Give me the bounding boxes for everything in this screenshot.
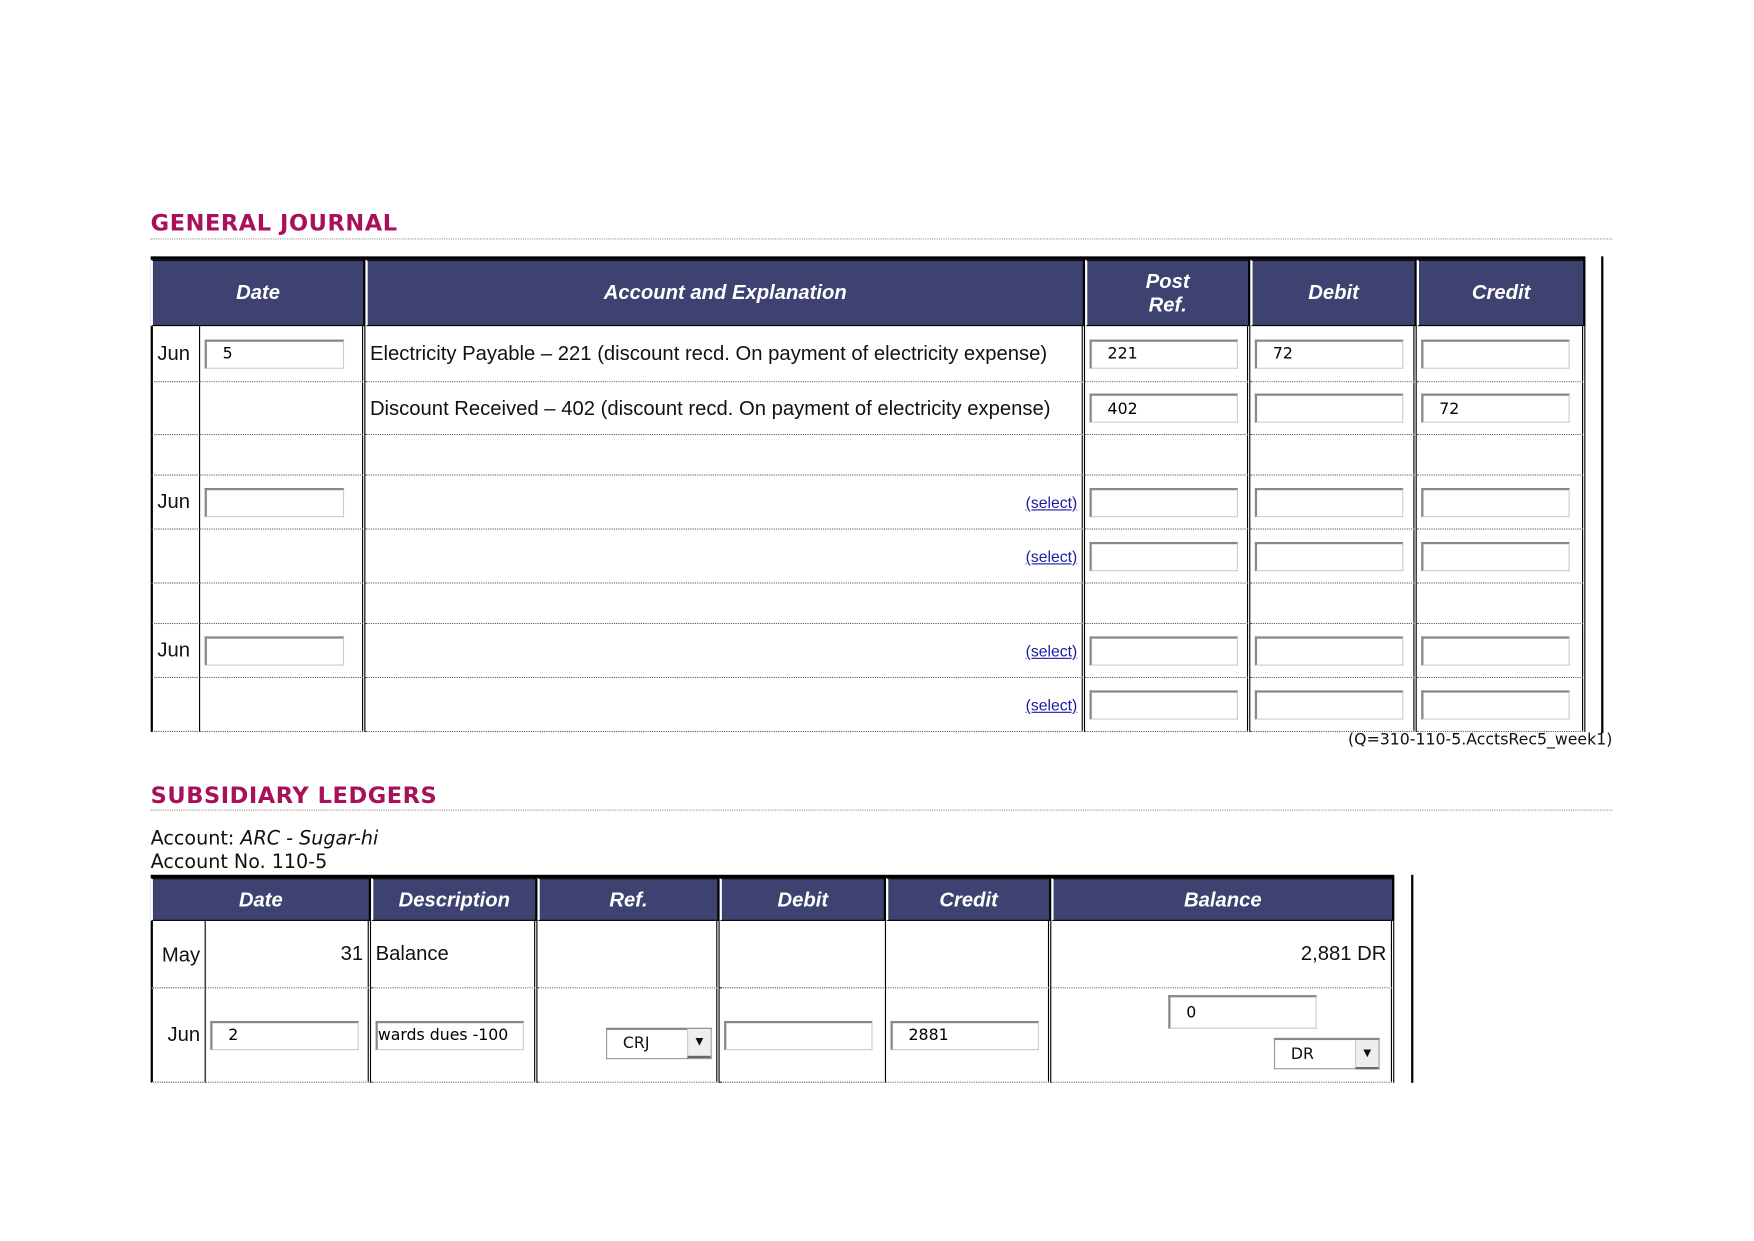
post-ref-input[interactable] [1089,393,1238,423]
table-row: (select) [150,529,1586,584]
date-input[interactable] [210,1020,359,1050]
account-text: Electricity Payable – 221 (discount recd… [365,326,1086,383]
month: Jun [150,988,206,1083]
header-description: Description [371,878,538,921]
general-journal-table: Date Account and Explanation Post Ref. D… [150,256,1586,732]
header-post-ref: Post Ref. [1085,259,1251,327]
account-line: Account: ARC - Sugar-hi [151,828,379,852]
table-row: Jun (select) [150,624,1586,679]
balance-input[interactable] [1168,995,1317,1029]
divider [150,238,1613,240]
debit-input[interactable] [1254,541,1404,571]
month: Jun [150,475,201,530]
select-account-link[interactable]: (select) [1026,696,1078,714]
debit-input[interactable] [1254,393,1404,423]
select-account-link[interactable]: (select) [1026,548,1078,566]
table-row: Jun (select) [150,475,1586,530]
account-name: ARC - Sugar-hi [240,827,379,851]
header-date: Date [150,878,372,921]
table-row: Jun Electricity Payable – 221 (discount … [150,326,1586,383]
ledger-table: Date Description Ref. Debit Credit Balan… [150,874,1395,1083]
date-input[interactable] [204,487,345,517]
credit-input[interactable] [1421,339,1570,369]
post-ref-input[interactable] [1089,487,1238,517]
table-edge [1601,256,1604,734]
date-input[interactable] [204,635,345,666]
day: 31 [205,920,372,989]
post-ref-input[interactable] [1089,339,1238,369]
header-date: Date [150,259,366,327]
header-balance: Balance [1051,878,1395,921]
credit-input[interactable] [1421,689,1570,720]
general-journal-title: GENERAL JOURNAL [150,209,398,237]
table-row: Discount Received – 402 (discount recd. … [150,382,1586,436]
debit-input[interactable] [1254,635,1404,666]
description-input[interactable] [375,1020,524,1050]
chevron-down-icon: ▼ [687,1028,711,1059]
ref-value: CRJ [622,1034,650,1053]
table-row: (select) [150,678,1586,732]
month: Jun [150,326,201,383]
account-label: Account: [150,827,241,851]
post-ref-input[interactable] [1089,541,1238,571]
credit-input[interactable] [1421,393,1570,423]
question-code: (Q=310-110-5.AcctsRec5_week1) [1348,730,1613,749]
header-debit: Debit [1250,259,1417,327]
balance-type-select[interactable]: DR ▼ [1273,1037,1380,1070]
credit-input[interactable] [1421,487,1570,517]
chevron-down-icon: ▼ [1354,1039,1379,1069]
header-credit: Credit [1416,259,1586,327]
header-credit: Credit [886,878,1052,921]
header-account: Account and Explanation [365,259,1086,327]
debit-input[interactable] [1254,487,1404,517]
balance-type-value: DR [1290,1045,1314,1064]
header-debit: Debit [719,878,887,921]
post-ref-input[interactable] [1089,689,1238,720]
table-edge [1411,874,1414,1083]
credit-input[interactable] [1421,541,1570,571]
debit-input[interactable] [724,1020,873,1050]
select-account-link[interactable]: (select) [1026,494,1078,512]
credit-input[interactable] [890,1020,1039,1050]
ref-select[interactable]: CRJ ▼ [606,1027,712,1059]
account-text: Discount Received – 402 (discount recd. … [365,382,1086,436]
table-row: May 31 Balance 2,881 DR [150,920,1395,989]
account-number: Account No. 110-5 [150,851,328,874]
header-ref: Ref. [537,878,720,921]
date-input[interactable] [204,339,345,369]
debit-input[interactable] [1254,339,1404,369]
subsidiary-ledgers-title: SUBSIDIARY LEDGERS [150,781,438,809]
divider [150,809,1613,811]
table-row: Jun CRJ ▼ DR ▼ [150,988,1395,1083]
description: Balance [371,920,538,989]
month: Jun [150,624,201,679]
debit-input[interactable] [1254,689,1404,720]
post-ref-input[interactable] [1089,635,1238,666]
credit-input[interactable] [1421,635,1570,666]
select-account-link[interactable]: (select) [1026,642,1078,660]
month: May [150,920,206,989]
balance: 2,881 DR [1051,920,1395,989]
